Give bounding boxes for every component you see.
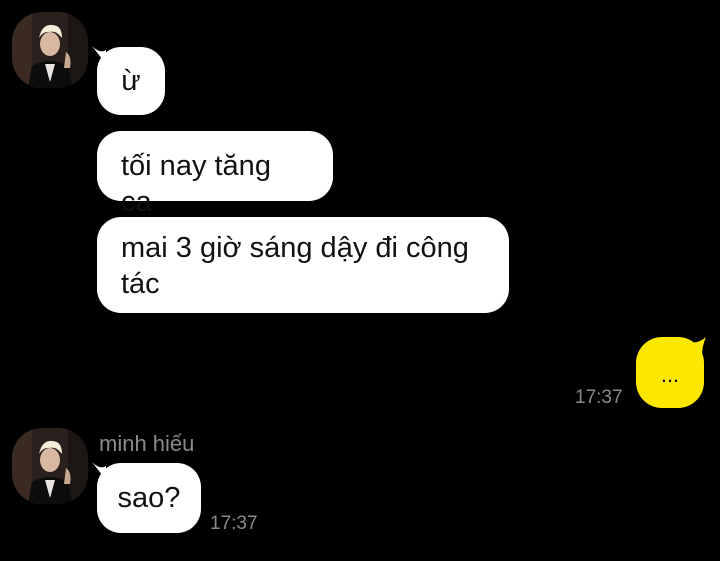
message-text: tối nay tăng ca <box>121 150 271 218</box>
message-timestamp: 17:37 <box>575 387 623 408</box>
message-text: mai 3 giờ sáng dậy đi công tác <box>121 232 469 300</box>
contact-avatar[interactable] <box>12 428 88 504</box>
profile-photo-icon <box>12 12 88 88</box>
profile-photo-icon <box>12 428 88 504</box>
message-text: ... <box>660 362 680 387</box>
message-bubble[interactable]: sao? <box>97 463 201 533</box>
contact-avatar[interactable] <box>12 12 88 88</box>
message-bubble[interactable]: tối nay tăng ca <box>97 131 333 218</box>
message-bubble[interactable]: mai 3 giờ sáng dậy đi công tác <box>97 217 509 313</box>
sender-name: minh hiếu <box>99 431 195 456</box>
message-bubble[interactable]: ừ <box>97 47 165 115</box>
bubble-tail <box>690 337 706 356</box>
message-timestamp: 17:37 <box>210 513 258 534</box>
message-text: sao? <box>117 482 181 514</box>
message-text: ừ <box>121 65 141 97</box>
